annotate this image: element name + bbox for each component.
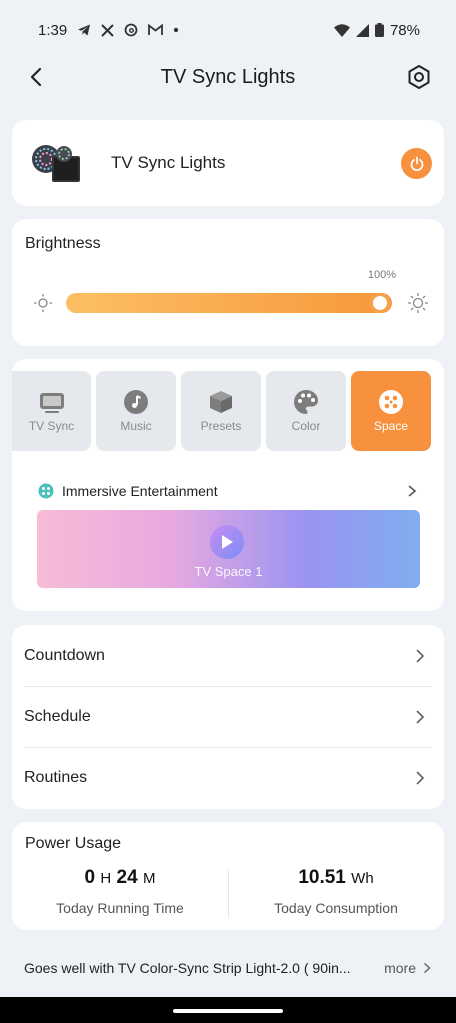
minutes-unit: M — [142, 870, 156, 887]
menu-item-label: Countdown — [24, 646, 105, 664]
tab-label: Color — [291, 419, 321, 433]
brightness-value: 100% — [367, 269, 396, 281]
space-icon — [379, 390, 403, 414]
chevron-right-icon — [416, 709, 425, 724]
immersive-icon — [38, 483, 54, 499]
power-usage-title: Power Usage — [25, 835, 122, 852]
brightness-slider-handle[interactable] — [370, 293, 390, 313]
palette-icon — [294, 390, 318, 414]
telegram-icon — [78, 24, 91, 36]
modes-card: TV Sync Music Presets Color Space Immers… — [12, 359, 444, 611]
device-name: TV Sync Lights — [111, 153, 226, 172]
suggestion-row[interactable]: Goes well with TV Color-Sync Strip Light… — [24, 958, 432, 978]
app-header: TV Sync Lights — [0, 50, 456, 104]
menu-item-routines[interactable]: Routines — [24, 747, 432, 808]
immersive-label: Immersive Entertainment — [62, 483, 218, 499]
brightness-title: Brightness — [25, 235, 101, 252]
chevron-right-icon — [416, 770, 425, 785]
back-arrow-icon[interactable] — [22, 62, 52, 92]
tab-music[interactable]: Music — [96, 371, 176, 451]
status-time: 1:39 — [38, 21, 68, 39]
dot-icon — [174, 27, 179, 33]
x-icon — [101, 23, 114, 37]
consumption-value-row: 10.51 Wh — [228, 867, 444, 889]
menu-card: Countdown Schedule Routines — [12, 625, 444, 809]
tab-space[interactable]: Space — [351, 371, 431, 451]
chevron-right-icon — [423, 962, 431, 974]
wifi-icon — [333, 23, 350, 37]
threads-icon — [124, 23, 138, 37]
menu-item-schedule[interactable]: Schedule — [24, 686, 432, 747]
tab-label: Presets — [200, 419, 242, 433]
hours-value: 0 — [84, 867, 96, 888]
tab-label: Music — [120, 419, 152, 433]
tab-label: TV Sync — [28, 419, 75, 433]
power-button[interactable] — [401, 148, 432, 179]
brightness-slider[interactable] — [66, 293, 392, 313]
battery-percent: 78% — [389, 21, 420, 39]
power-usage-card: Power Usage 0 H 24 M Today Running Time … — [12, 822, 444, 930]
power-icon — [410, 156, 423, 171]
chevron-right-icon — [416, 648, 425, 663]
gmail-icon — [148, 24, 164, 35]
chevron-right-icon — [408, 485, 417, 497]
brightness-card: Brightness 100% — [12, 219, 444, 346]
cube-icon — [210, 391, 232, 413]
mode-tabs: TV Sync Music Presets Color Space — [12, 371, 444, 451]
banner-label: TV Space 1 — [194, 564, 263, 579]
device-card[interactable]: TV Sync Lights — [12, 120, 444, 206]
consumption-label: Today Consumption — [274, 900, 398, 916]
suggestion-text: Goes well with TV Color-Sync Strip Light… — [24, 960, 351, 976]
settings-gear-icon[interactable] — [404, 62, 434, 92]
tv-icon — [39, 393, 64, 413]
play-icon — [222, 535, 233, 549]
tab-color[interactable]: Color — [266, 371, 346, 451]
consumption-stat: 10.51 Wh Today Consumption — [228, 867, 444, 916]
consumption-unit: Wh — [351, 870, 374, 887]
brightness-slider-fill — [66, 293, 392, 313]
tv-space-banner[interactable]: TV Space 1 — [37, 510, 420, 588]
home-gesture-handle[interactable] — [173, 1009, 283, 1013]
tab-presets[interactable]: Presets — [181, 371, 261, 451]
play-button[interactable] — [210, 525, 244, 559]
menu-item-countdown[interactable]: Countdown — [24, 625, 432, 686]
signal-icon — [355, 23, 369, 37]
system-nav-bar — [0, 997, 456, 1023]
menu-item-label: Routines — [24, 768, 88, 786]
tab-tv-sync[interactable]: TV Sync — [12, 371, 91, 451]
menu-item-label: Schedule — [24, 707, 91, 725]
sun-dim-icon — [34, 294, 52, 312]
battery-icon — [374, 23, 384, 37]
running-time-stat: 0 H 24 M Today Running Time — [12, 867, 228, 916]
immersive-entertainment-row[interactable]: Immersive Entertainment — [38, 481, 418, 501]
hours-unit: H — [100, 870, 112, 887]
minutes-value: 24 — [116, 867, 138, 888]
consumption-value: 10.51 — [298, 867, 346, 888]
page-title: TV Sync Lights — [160, 65, 296, 88]
running-time-label: Today Running Time — [56, 900, 184, 916]
running-time-value: 0 H 24 M — [12, 867, 228, 889]
sun-bright-icon — [408, 293, 428, 313]
device-thumbnail — [32, 145, 80, 182]
music-note-icon — [124, 390, 148, 414]
suggestion-more-link[interactable]: more — [384, 960, 416, 976]
tab-label: Space — [373, 419, 409, 433]
